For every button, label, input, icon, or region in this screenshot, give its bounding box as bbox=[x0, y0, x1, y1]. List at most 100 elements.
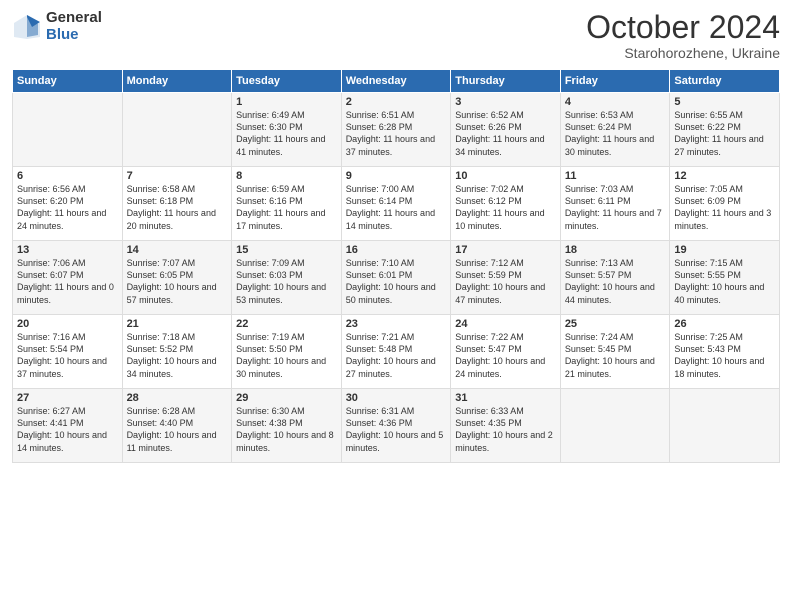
calendar-cell: 29Sunrise: 6:30 AM Sunset: 4:38 PM Dayli… bbox=[232, 389, 342, 463]
calendar-cell bbox=[670, 389, 780, 463]
day-info: Sunrise: 7:13 AM Sunset: 5:57 PM Dayligh… bbox=[565, 257, 666, 306]
day-info: Sunrise: 7:12 AM Sunset: 5:59 PM Dayligh… bbox=[455, 257, 556, 306]
day-info: Sunrise: 7:21 AM Sunset: 5:48 PM Dayligh… bbox=[346, 331, 447, 380]
day-number: 4 bbox=[565, 96, 666, 108]
calendar-cell: 6Sunrise: 6:56 AM Sunset: 6:20 PM Daylig… bbox=[13, 167, 123, 241]
calendar-cell: 23Sunrise: 7:21 AM Sunset: 5:48 PM Dayli… bbox=[341, 315, 451, 389]
month-title: October 2024 bbox=[586, 10, 780, 45]
page-container: General Blue October 2024 Starohorozhene… bbox=[0, 0, 792, 471]
day-info: Sunrise: 6:59 AM Sunset: 6:16 PM Dayligh… bbox=[236, 183, 337, 232]
logo-general: General bbox=[46, 10, 102, 27]
day-info: Sunrise: 7:15 AM Sunset: 5:55 PM Dayligh… bbox=[674, 257, 775, 306]
calendar-cell: 26Sunrise: 7:25 AM Sunset: 5:43 PM Dayli… bbox=[670, 315, 780, 389]
calendar-cell: 30Sunrise: 6:31 AM Sunset: 4:36 PM Dayli… bbox=[341, 389, 451, 463]
calendar-cell: 13Sunrise: 7:06 AM Sunset: 6:07 PM Dayli… bbox=[13, 241, 123, 315]
calendar-week-3: 13Sunrise: 7:06 AM Sunset: 6:07 PM Dayli… bbox=[13, 241, 780, 315]
day-number: 15 bbox=[236, 244, 337, 256]
day-number: 31 bbox=[455, 392, 556, 404]
day-info: Sunrise: 7:07 AM Sunset: 6:05 PM Dayligh… bbox=[127, 257, 228, 306]
day-number: 6 bbox=[17, 170, 118, 182]
day-info: Sunrise: 6:56 AM Sunset: 6:20 PM Dayligh… bbox=[17, 183, 118, 232]
logo: General Blue bbox=[12, 10, 102, 43]
day-number: 19 bbox=[674, 244, 775, 256]
day-info: Sunrise: 7:16 AM Sunset: 5:54 PM Dayligh… bbox=[17, 331, 118, 380]
calendar-cell: 25Sunrise: 7:24 AM Sunset: 5:45 PM Dayli… bbox=[560, 315, 670, 389]
day-info: Sunrise: 6:51 AM Sunset: 6:28 PM Dayligh… bbox=[346, 109, 447, 158]
day-number: 20 bbox=[17, 318, 118, 330]
day-number: 30 bbox=[346, 392, 447, 404]
day-number: 2 bbox=[346, 96, 447, 108]
day-info: Sunrise: 6:49 AM Sunset: 6:30 PM Dayligh… bbox=[236, 109, 337, 158]
day-number: 8 bbox=[236, 170, 337, 182]
day-number: 14 bbox=[127, 244, 228, 256]
calendar-cell: 11Sunrise: 7:03 AM Sunset: 6:11 PM Dayli… bbox=[560, 167, 670, 241]
calendar-week-2: 6Sunrise: 6:56 AM Sunset: 6:20 PM Daylig… bbox=[13, 167, 780, 241]
col-saturday: Saturday bbox=[670, 70, 780, 93]
calendar-cell bbox=[13, 93, 123, 167]
calendar-cell: 9Sunrise: 7:00 AM Sunset: 6:14 PM Daylig… bbox=[341, 167, 451, 241]
calendar-cell: 31Sunrise: 6:33 AM Sunset: 4:35 PM Dayli… bbox=[451, 389, 561, 463]
day-info: Sunrise: 7:05 AM Sunset: 6:09 PM Dayligh… bbox=[674, 183, 775, 232]
day-info: Sunrise: 6:52 AM Sunset: 6:26 PM Dayligh… bbox=[455, 109, 556, 158]
day-number: 13 bbox=[17, 244, 118, 256]
day-number: 23 bbox=[346, 318, 447, 330]
calendar-cell: 19Sunrise: 7:15 AM Sunset: 5:55 PM Dayli… bbox=[670, 241, 780, 315]
calendar-cell: 20Sunrise: 7:16 AM Sunset: 5:54 PM Dayli… bbox=[13, 315, 123, 389]
day-number: 27 bbox=[17, 392, 118, 404]
calendar-week-5: 27Sunrise: 6:27 AM Sunset: 4:41 PM Dayli… bbox=[13, 389, 780, 463]
calendar-cell: 17Sunrise: 7:12 AM Sunset: 5:59 PM Dayli… bbox=[451, 241, 561, 315]
day-info: Sunrise: 7:10 AM Sunset: 6:01 PM Dayligh… bbox=[346, 257, 447, 306]
day-info: Sunrise: 6:33 AM Sunset: 4:35 PM Dayligh… bbox=[455, 405, 556, 454]
day-info: Sunrise: 7:19 AM Sunset: 5:50 PM Dayligh… bbox=[236, 331, 337, 380]
calendar-cell: 27Sunrise: 6:27 AM Sunset: 4:41 PM Dayli… bbox=[13, 389, 123, 463]
day-number: 9 bbox=[346, 170, 447, 182]
header-row: Sunday Monday Tuesday Wednesday Thursday… bbox=[13, 70, 780, 93]
day-number: 26 bbox=[674, 318, 775, 330]
day-number: 16 bbox=[346, 244, 447, 256]
calendar-cell: 15Sunrise: 7:09 AM Sunset: 6:03 PM Dayli… bbox=[232, 241, 342, 315]
calendar-cell: 24Sunrise: 7:22 AM Sunset: 5:47 PM Dayli… bbox=[451, 315, 561, 389]
calendar-cell: 21Sunrise: 7:18 AM Sunset: 5:52 PM Dayli… bbox=[122, 315, 232, 389]
day-number: 29 bbox=[236, 392, 337, 404]
col-thursday: Thursday bbox=[451, 70, 561, 93]
day-number: 11 bbox=[565, 170, 666, 182]
day-info: Sunrise: 6:53 AM Sunset: 6:24 PM Dayligh… bbox=[565, 109, 666, 158]
title-block: October 2024 Starohorozhene, Ukraine bbox=[586, 10, 780, 61]
day-info: Sunrise: 6:31 AM Sunset: 4:36 PM Dayligh… bbox=[346, 405, 447, 454]
day-info: Sunrise: 7:09 AM Sunset: 6:03 PM Dayligh… bbox=[236, 257, 337, 306]
calendar-week-4: 20Sunrise: 7:16 AM Sunset: 5:54 PM Dayli… bbox=[13, 315, 780, 389]
day-number: 18 bbox=[565, 244, 666, 256]
col-tuesday: Tuesday bbox=[232, 70, 342, 93]
calendar-cell: 12Sunrise: 7:05 AM Sunset: 6:09 PM Dayli… bbox=[670, 167, 780, 241]
day-info: Sunrise: 7:03 AM Sunset: 6:11 PM Dayligh… bbox=[565, 183, 666, 232]
day-info: Sunrise: 7:24 AM Sunset: 5:45 PM Dayligh… bbox=[565, 331, 666, 380]
calendar-cell: 1Sunrise: 6:49 AM Sunset: 6:30 PM Daylig… bbox=[232, 93, 342, 167]
calendar-cell: 16Sunrise: 7:10 AM Sunset: 6:01 PM Dayli… bbox=[341, 241, 451, 315]
calendar-cell: 22Sunrise: 7:19 AM Sunset: 5:50 PM Dayli… bbox=[232, 315, 342, 389]
day-info: Sunrise: 7:18 AM Sunset: 5:52 PM Dayligh… bbox=[127, 331, 228, 380]
day-info: Sunrise: 6:28 AM Sunset: 4:40 PM Dayligh… bbox=[127, 405, 228, 454]
day-number: 25 bbox=[565, 318, 666, 330]
day-info: Sunrise: 6:30 AM Sunset: 4:38 PM Dayligh… bbox=[236, 405, 337, 454]
calendar-cell: 4Sunrise: 6:53 AM Sunset: 6:24 PM Daylig… bbox=[560, 93, 670, 167]
col-sunday: Sunday bbox=[13, 70, 123, 93]
day-number: 10 bbox=[455, 170, 556, 182]
day-number: 5 bbox=[674, 96, 775, 108]
calendar-cell: 28Sunrise: 6:28 AM Sunset: 4:40 PM Dayli… bbox=[122, 389, 232, 463]
calendar-table: Sunday Monday Tuesday Wednesday Thursday… bbox=[12, 69, 780, 463]
calendar-cell: 8Sunrise: 6:59 AM Sunset: 6:16 PM Daylig… bbox=[232, 167, 342, 241]
col-monday: Monday bbox=[122, 70, 232, 93]
header: General Blue October 2024 Starohorozhene… bbox=[12, 10, 780, 61]
day-info: Sunrise: 7:25 AM Sunset: 5:43 PM Dayligh… bbox=[674, 331, 775, 380]
calendar-week-1: 1Sunrise: 6:49 AM Sunset: 6:30 PM Daylig… bbox=[13, 93, 780, 167]
calendar-cell bbox=[122, 93, 232, 167]
calendar-cell: 10Sunrise: 7:02 AM Sunset: 6:12 PM Dayli… bbox=[451, 167, 561, 241]
calendar-cell: 7Sunrise: 6:58 AM Sunset: 6:18 PM Daylig… bbox=[122, 167, 232, 241]
day-info: Sunrise: 7:22 AM Sunset: 5:47 PM Dayligh… bbox=[455, 331, 556, 380]
day-info: Sunrise: 6:58 AM Sunset: 6:18 PM Dayligh… bbox=[127, 183, 228, 232]
calendar-cell: 18Sunrise: 7:13 AM Sunset: 5:57 PM Dayli… bbox=[560, 241, 670, 315]
col-friday: Friday bbox=[560, 70, 670, 93]
day-info: Sunrise: 7:00 AM Sunset: 6:14 PM Dayligh… bbox=[346, 183, 447, 232]
calendar-cell: 5Sunrise: 6:55 AM Sunset: 6:22 PM Daylig… bbox=[670, 93, 780, 167]
day-number: 3 bbox=[455, 96, 556, 108]
